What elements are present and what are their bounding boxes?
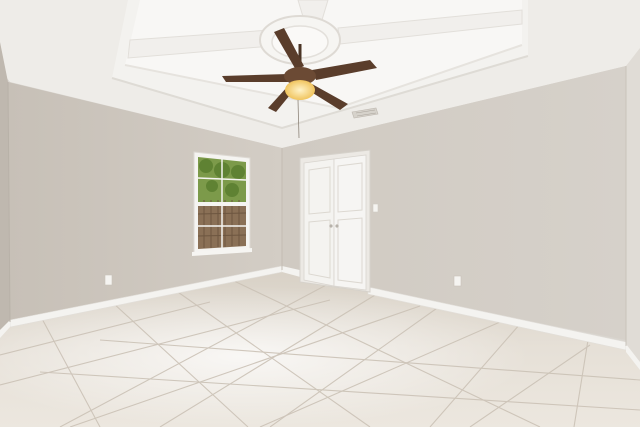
right-wall <box>626 48 640 370</box>
window <box>192 151 252 256</box>
fan-light-fixture <box>285 80 315 100</box>
closet-doors <box>299 149 371 293</box>
outlet-back <box>453 275 462 287</box>
door-knob-left[interactable] <box>329 224 333 228</box>
outlet-left <box>104 274 113 286</box>
room-scene <box>0 0 640 427</box>
light-switch[interactable] <box>372 203 379 213</box>
door-knob-right[interactable] <box>335 224 339 228</box>
door-right[interactable] <box>333 154 367 291</box>
